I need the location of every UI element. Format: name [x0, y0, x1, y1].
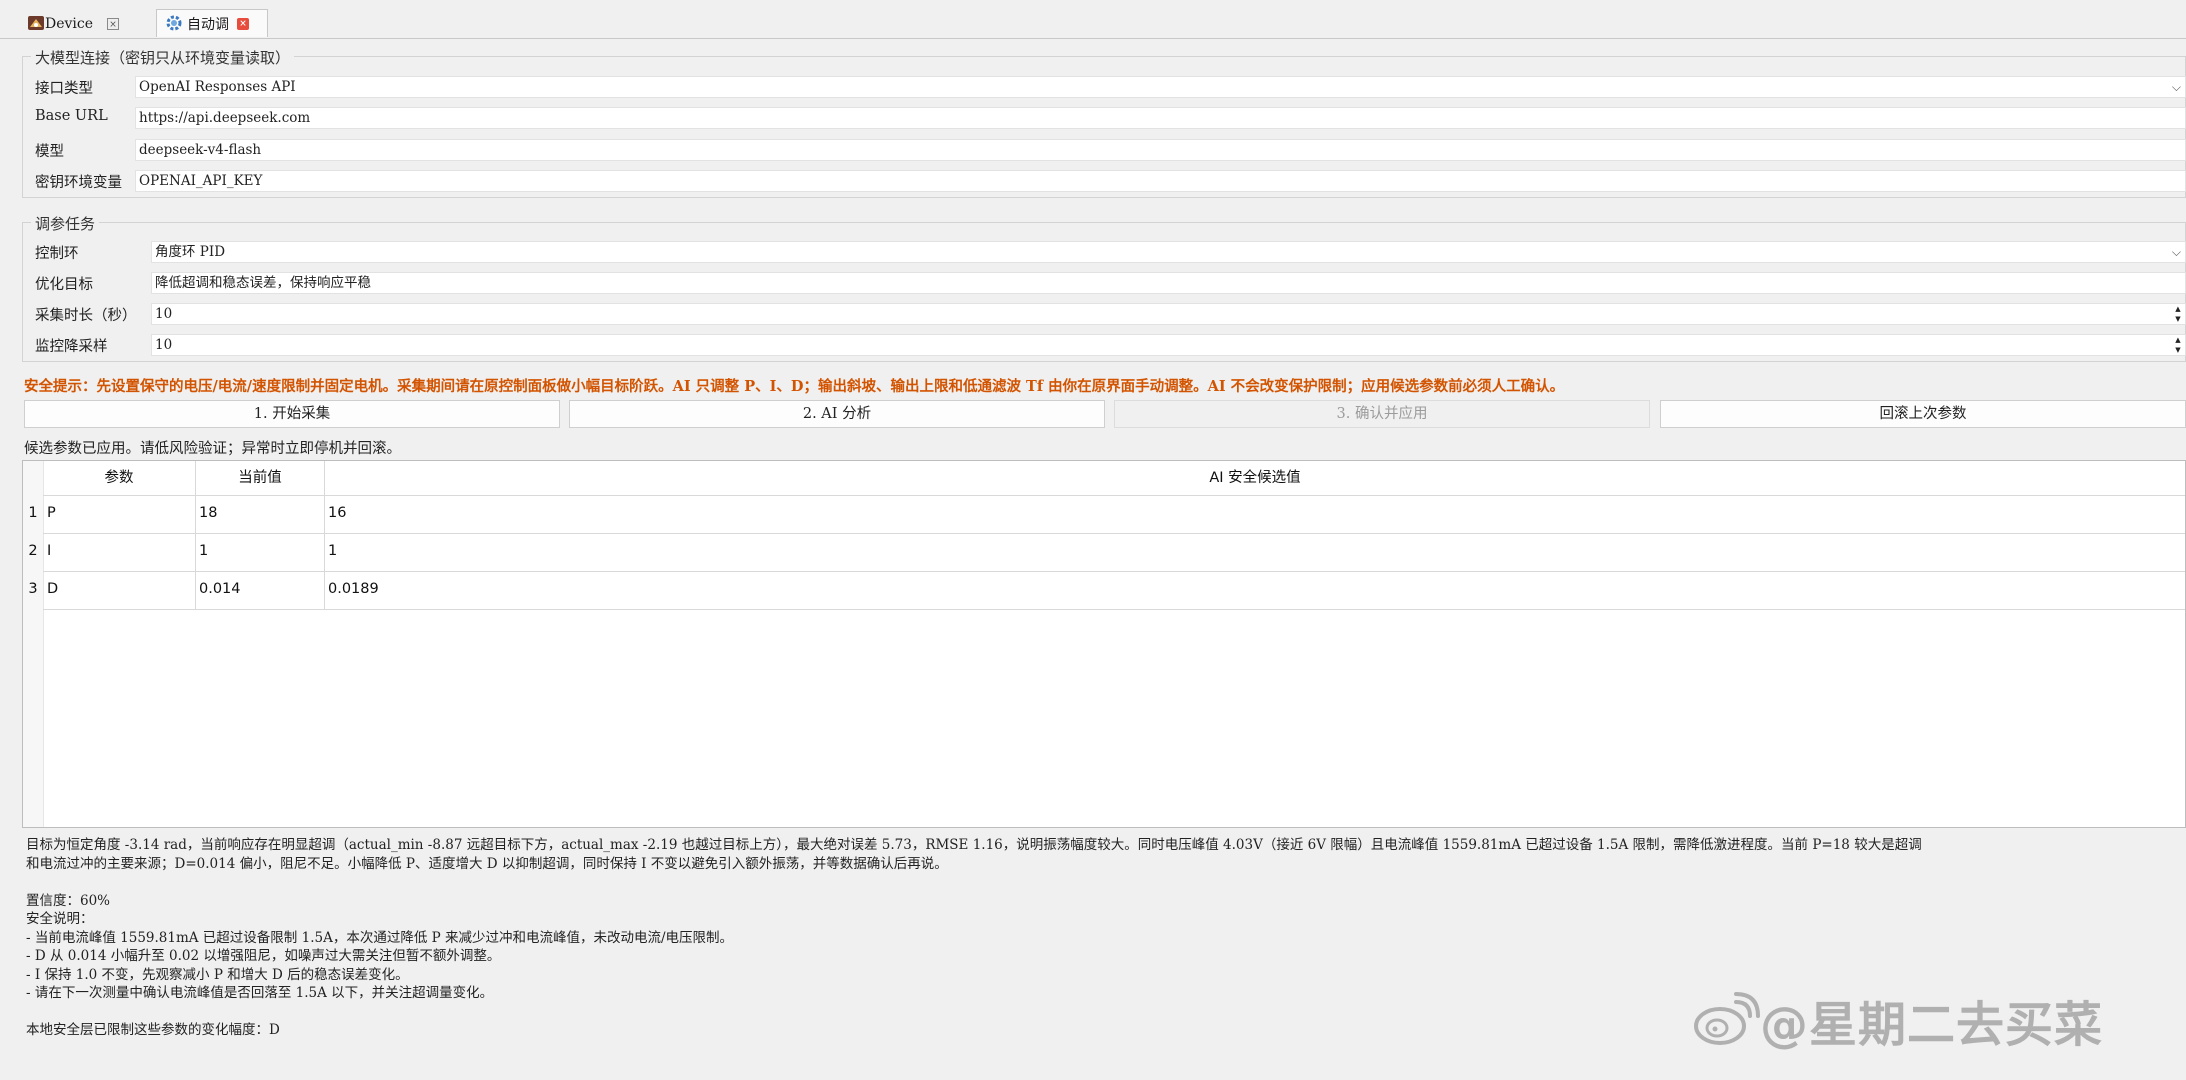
- spin-arrows[interactable]: ▲ ▼: [2171, 335, 2185, 355]
- start-collect-button[interactable]: 1. 开始采集: [24, 400, 560, 428]
- current-cell[interactable]: 1: [199, 543, 208, 559]
- safety-note: - D 从 0.014 小幅升至 0.02 以增强阻尼，如噪声过大需关注但暂不额…: [26, 948, 501, 964]
- key-env-input[interactable]: OPENAI_API_KEY: [135, 170, 2186, 192]
- group-title: 大模型连接（密钥只从环境变量读取）: [31, 47, 295, 68]
- model-input[interactable]: deepseek-v4-flash: [135, 139, 2186, 161]
- spin-up-icon[interactable]: ▲: [2171, 335, 2185, 345]
- loop-select[interactable]: 角度环 PID ⌵: [151, 241, 2186, 263]
- grid-line: [43, 571, 2185, 572]
- parameter-table[interactable]: 参数 当前值 AI 安全候选值 1 P 18 16 2 I 1 1 3 D 0.…: [22, 460, 2186, 828]
- goal-label: 优化目标: [35, 277, 93, 293]
- safety-warning: 安全提示：先设置保守的电压/电流/速度限制并固定电机。采集期间请在原控制面板做小…: [24, 378, 1565, 395]
- tab-auto-tune-label: 自动调: [187, 16, 229, 33]
- candidate-cell[interactable]: 1: [328, 543, 337, 559]
- device-icon: [28, 16, 44, 30]
- grid-line: [43, 495, 2185, 496]
- row-number: 1: [28, 505, 38, 521]
- grid-line: [43, 533, 2185, 534]
- duration-label: 采集时长（秒）: [35, 308, 137, 324]
- grid-line: [324, 461, 325, 609]
- close-icon[interactable]: ×: [107, 18, 119, 30]
- confidence-text: 置信度：60%: [26, 892, 111, 909]
- tab-bar: Device × 自动调 ×: [0, 0, 2186, 39]
- spin-arrows[interactable]: ▲ ▼: [2171, 304, 2185, 324]
- safety-note: - I 保持 1.0 不变，先观察减小 P 和增大 D 后的稳态误差变化。: [26, 966, 409, 983]
- tab-device-label: Device: [45, 15, 94, 32]
- param-cell[interactable]: P: [47, 505, 56, 521]
- chevron-down-icon: ⌵: [2171, 245, 2181, 259]
- candidate-cell[interactable]: 0.0189: [328, 581, 379, 597]
- column-header-candidate[interactable]: AI 安全候选值: [325, 461, 2185, 495]
- current-cell[interactable]: 0.014: [199, 581, 241, 597]
- grid-line: [195, 461, 196, 609]
- spin-down-icon[interactable]: ▼: [2171, 345, 2185, 355]
- downsample-spinbox[interactable]: 10 ▲ ▼: [151, 334, 2186, 356]
- chevron-down-icon: ⌵: [2171, 80, 2181, 94]
- safety-title: 安全说明：: [26, 911, 94, 927]
- base-url-input[interactable]: https://api.deepseek.com: [135, 107, 2186, 129]
- group-title: 调参任务: [31, 213, 100, 234]
- weibo-logo-icon: [1694, 992, 1760, 1045]
- candidate-cell[interactable]: 16: [328, 505, 346, 521]
- goal-input[interactable]: 降低超调和稳态误差，保持响应平稳: [151, 272, 2186, 294]
- close-icon[interactable]: ×: [237, 18, 249, 30]
- watermark: @星期二去买菜: [1690, 985, 2103, 1055]
- safety-note: - 当前电流峰值 1559.81mA 已超过设备限制 1.5A，本次通过降低 P…: [26, 929, 734, 946]
- downsample-label: 监控降采样: [35, 339, 108, 355]
- key-env-label: 密钥环境变量: [35, 175, 122, 191]
- row-number: 2: [28, 543, 38, 559]
- current-cell[interactable]: 18: [199, 505, 217, 521]
- api-type-select[interactable]: OpenAI Responses API ⌵: [135, 76, 2186, 98]
- confirm-apply-button[interactable]: 3. 确认并应用: [1114, 400, 1650, 428]
- tab-auto-tune[interactable]: 自动调 ×: [156, 9, 268, 37]
- param-cell[interactable]: D: [47, 581, 58, 597]
- api-type-label: 接口类型: [35, 81, 93, 97]
- row-number: 3: [28, 581, 38, 597]
- spin-up-icon[interactable]: ▲: [2171, 304, 2185, 314]
- analysis-line: 和电流过冲的主要来源；D=0.014 偏小，阻尼不足。小幅降低 P、适度增大 D…: [26, 855, 948, 872]
- gear-icon: [166, 15, 182, 31]
- grid-line: [43, 609, 2185, 610]
- column-header-param[interactable]: 参数: [43, 461, 195, 495]
- base-url-label: Base URL: [35, 108, 108, 124]
- ai-analyze-button[interactable]: 2. AI 分析: [569, 400, 1105, 428]
- loop-label: 控制环: [35, 246, 79, 262]
- param-cell[interactable]: I: [47, 543, 51, 559]
- tab-device[interactable]: Device ×: [22, 9, 122, 37]
- rollback-button[interactable]: 回滚上次参数: [1660, 400, 2186, 428]
- model-label: 模型: [35, 144, 64, 160]
- status-text: 候选参数已应用。请低风险验证；异常时立即停机并回滚。: [24, 441, 401, 457]
- analysis-line: 目标为恒定角度 -3.14 rad，当前响应存在明显超调（actual_min …: [26, 837, 1922, 853]
- watermark-text: @星期二去买菜: [1760, 997, 2104, 1053]
- spin-down-icon[interactable]: ▼: [2171, 314, 2185, 324]
- column-header-current[interactable]: 当前值: [196, 461, 324, 495]
- duration-spinbox[interactable]: 10 ▲ ▼: [151, 303, 2186, 325]
